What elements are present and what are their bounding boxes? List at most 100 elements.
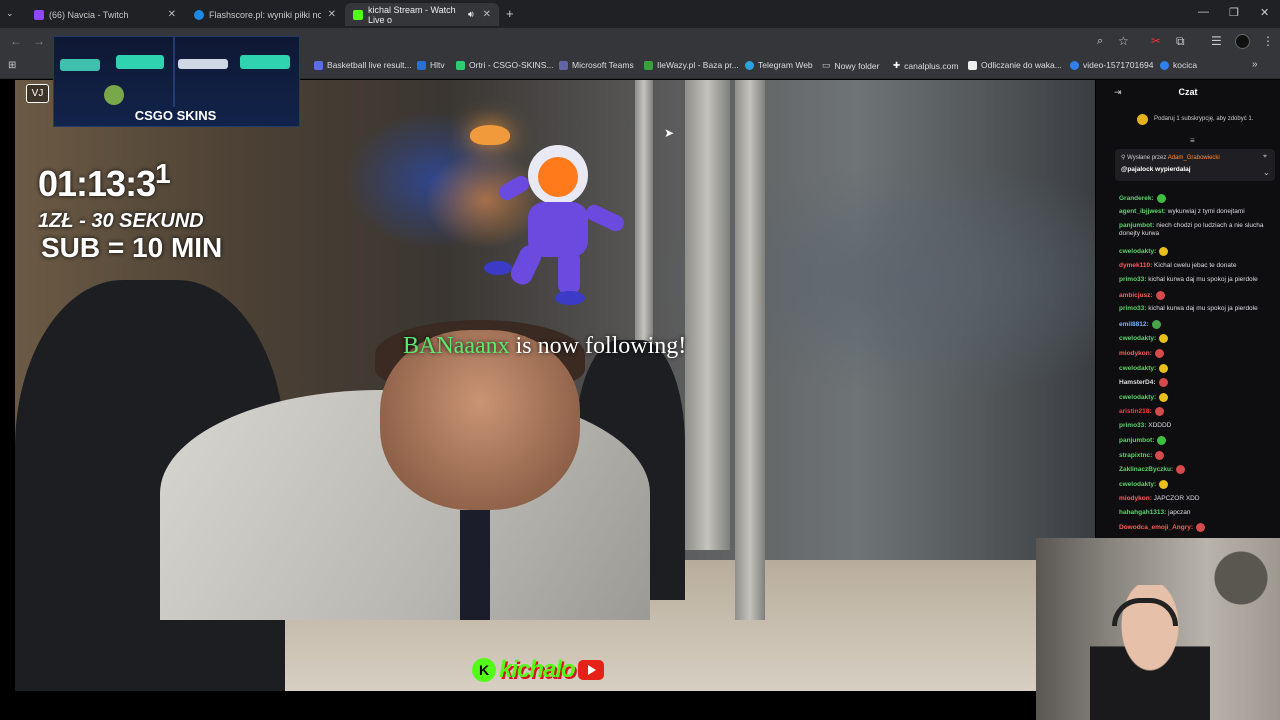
chat-message: emil8812:: [1119, 320, 1274, 329]
chat-message: aristin218:: [1119, 407, 1274, 416]
restore-button[interactable]: ❐: [1229, 6, 1239, 19]
pinned-by-user: Adam_Grabowiecki: [1167, 155, 1220, 161]
forward-arrow-icon[interactable]: →: [33, 34, 45, 48]
csgo-skins-logo: CSGO SKINS: [134, 108, 217, 123]
chat-emote-icon: [1158, 378, 1168, 387]
back-arrow-icon[interactable]: ←: [10, 34, 22, 48]
close-icon[interactable]: ✕: [328, 9, 336, 20]
chat-username[interactable]: emil8812:: [1119, 321, 1149, 328]
chat-text: japczan: [1166, 509, 1191, 516]
chat-username[interactable]: Granderek:: [1119, 195, 1154, 202]
audio-icon[interactable]: 🔊︎: [468, 9, 474, 20]
bookmark-favicon-icon: [559, 60, 568, 70]
chat-message: cwelodakty:: [1119, 247, 1274, 256]
chat-message: miodykon: JAPCZOR XDD: [1119, 495, 1274, 503]
bookmark-teams[interactable]: Microsoft Teams: [559, 60, 634, 70]
bookmark-basketball[interactable]: Basketball live result...: [314, 60, 412, 70]
chat-username[interactable]: hahahgah1313:: [1119, 509, 1166, 516]
bookmark-odliczanie[interactable]: Odliczanie do waka...: [968, 60, 1062, 70]
weapon-skins-icon: [60, 37, 290, 107]
chat-username[interactable]: miodykon:: [1119, 350, 1152, 357]
chat-message: hahahgah1313: japczan: [1119, 509, 1274, 517]
sub-rate-text: SUB = 10 MIN: [41, 232, 223, 263]
chat-username[interactable]: miodykon:: [1119, 495, 1152, 502]
flashscore-favicon-icon: [194, 9, 204, 20]
bookmark-favicon-icon: [417, 60, 426, 70]
tab-flashscore[interactable]: Flashscore.pl: wyniki piłki nożnej ✕: [186, 3, 344, 26]
chat-username[interactable]: Dowodca_emoji_Angry:: [1119, 524, 1193, 531]
bookmark-ilewazy[interactable]: IleWazy.pl - Baza pr...: [644, 60, 739, 70]
pin-toggle-icon[interactable]: ≡: [1190, 136, 1195, 145]
chat-message: agent_ibjjwest: wykurwiaj z tymi donejta…: [1119, 208, 1274, 216]
chat-username[interactable]: ZaklinaczByczku:: [1119, 466, 1173, 473]
timer-value: 01:13:3: [38, 163, 156, 204]
close-icon[interactable]: ✕: [483, 9, 491, 20]
donation-rate-text: 1ZŁ - 30 SEKUND: [38, 210, 204, 232]
chat-username[interactable]: aristin218:: [1119, 408, 1152, 415]
chat-message: cwelodakty:: [1119, 364, 1274, 373]
chat-message: Granderek:: [1119, 194, 1274, 203]
kick-logo-icon: K: [472, 658, 496, 682]
tab-search-icon[interactable]: ⌄: [6, 8, 14, 19]
close-window-button[interactable]: ✕: [1260, 6, 1269, 19]
chat-text: JAPCZOR XDD: [1151, 495, 1200, 502]
chat-emote-icon: [1159, 393, 1169, 402]
new-tab-button[interactable]: +: [506, 6, 514, 21]
timer-rolling-digit: 1: [155, 158, 171, 189]
chat-emote-icon: [1159, 364, 1169, 373]
tab-title: Flashscore.pl: wyniki piłki nożnej: [209, 9, 321, 20]
chat-username[interactable]: panjumbot:: [1119, 222, 1154, 229]
bookmark-video[interactable]: video-1571701694: [1070, 60, 1153, 70]
bookmark-telegram[interactable]: Telegram Web: [745, 60, 813, 70]
tab-kichal-stream[interactable]: kichal Stream - Watch Live o 🔊︎ ✕: [345, 3, 499, 26]
bookmark-folder[interactable]: ▭ Nowy folder: [822, 60, 879, 71]
bookmark-favicon-icon: [314, 60, 323, 70]
chat-username[interactable]: cwelodakty:: [1119, 248, 1156, 255]
follow-alert-text: is now following!: [509, 333, 687, 359]
kick-favicon-icon: [353, 9, 363, 20]
bookmark-kocica[interactable]: kocica: [1160, 60, 1197, 70]
bookmark-star-icon[interactable]: ☆: [1118, 34, 1129, 48]
unpin-icon[interactable]: ⌖: [1263, 153, 1267, 161]
chat-username[interactable]: cwelodakty:: [1119, 394, 1156, 401]
tab-title: kichal Stream - Watch Live o: [368, 4, 456, 25]
telegram-icon: [745, 60, 754, 70]
chat-emote-icon: [1159, 480, 1169, 489]
chat-text: XDDDD: [1146, 422, 1172, 429]
profile-avatar[interactable]: [1235, 34, 1250, 49]
extension-icon[interactable]: ✂: [1151, 34, 1161, 48]
bookmark-csgo-skins[interactable]: Ortri - CSGO-SKINS...: [456, 60, 554, 70]
bookmark-favicon-icon: [644, 60, 653, 70]
close-icon[interactable]: ✕: [168, 9, 176, 20]
tab-twitch[interactable]: (66) Navcia - Twitch ✕: [26, 3, 184, 26]
bookmark-canalplus[interactable]: ✚ canalplus.com: [893, 60, 958, 71]
chat-username[interactable]: strapixtnc:: [1119, 452, 1152, 459]
chat-username[interactable]: primo33:: [1119, 305, 1146, 312]
puzzle-extensions-icon[interactable]: ⧉: [1176, 34, 1185, 49]
more-bookmarks-icon[interactable]: »: [1252, 59, 1258, 70]
expand-pinned-icon[interactable]: ⌄: [1263, 168, 1270, 177]
youtube-icon: [577, 660, 604, 680]
chat-username[interactable]: agent_ibjjwest:: [1119, 208, 1166, 215]
chat-emote-icon: [1159, 334, 1169, 343]
bookmark-hltv[interactable]: Hltv: [417, 60, 445, 70]
chat-username[interactable]: panjumbot:: [1119, 437, 1154, 444]
apps-grid-icon[interactable]: ⊞: [8, 60, 16, 71]
menu-kebab-icon[interactable]: ⋮: [1262, 34, 1274, 48]
zoom-search-icon[interactable]: ⌕: [1097, 35, 1103, 48]
chat-username[interactable]: cwelodakty:: [1119, 365, 1156, 372]
vj-badge[interactable]: VJ: [26, 84, 49, 103]
chat-username[interactable]: primo33:: [1119, 276, 1146, 283]
gift-sub-prompt[interactable]: Podaruj 1 subskrypcję, aby zdobyć 1.: [1154, 116, 1253, 122]
chat-emote-icon: [1155, 291, 1165, 300]
chat-username[interactable]: cwelodakty:: [1119, 481, 1156, 488]
chat-username[interactable]: HamsterD4:: [1119, 379, 1156, 386]
chat-message: panjumbot: niech chodzi po ludziach a ni…: [1119, 222, 1274, 238]
minimize-button[interactable]: —: [1198, 6, 1209, 18]
chat-message: strapixtnc:: [1119, 451, 1274, 460]
chat-username[interactable]: ambicjusz:: [1119, 292, 1153, 299]
media-control-icon[interactable]: ☰: [1211, 34, 1222, 48]
chat-username[interactable]: dymek110:: [1119, 262, 1152, 269]
chat-username[interactable]: cwelodakty:: [1119, 335, 1156, 342]
chat-username[interactable]: primo33:: [1119, 422, 1146, 429]
